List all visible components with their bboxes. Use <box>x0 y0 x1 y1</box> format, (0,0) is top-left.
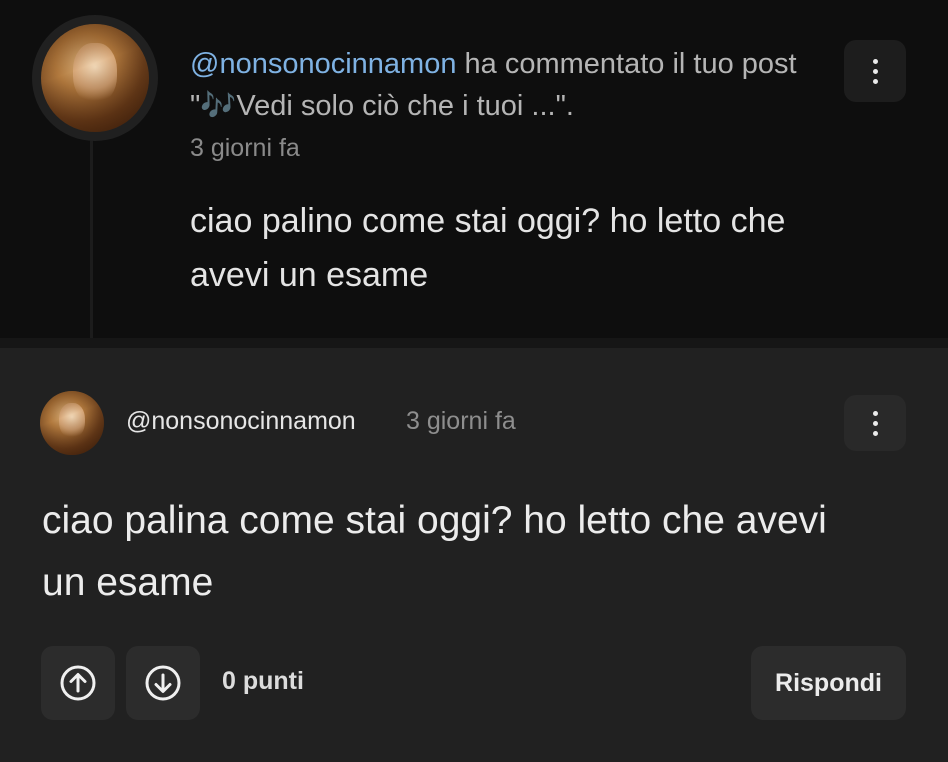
notification-avatar[interactable] <box>41 24 149 132</box>
points-count: 0 punti <box>222 667 304 695</box>
thread-line <box>90 140 93 340</box>
arrow-down-circle-icon <box>145 665 181 701</box>
more-vertical-icon <box>872 58 878 84</box>
notification-comment-preview: ciao palino come stai oggi? ho letto che… <box>190 202 786 294</box>
notification-timestamp: 3 giorni fa <box>190 134 300 162</box>
notification-more-button[interactable] <box>844 40 906 102</box>
comment-timestamp: 3 giorni fa <box>406 407 516 435</box>
notification-username-link[interactable]: @nonsonocinnamon <box>190 48 456 80</box>
arrow-up-circle-icon <box>60 665 96 701</box>
reply-button[interactable]: Rispondi <box>751 646 906 720</box>
comment-username[interactable]: @nonsonocinnamon <box>126 407 356 436</box>
downvote-button[interactable] <box>126 646 200 720</box>
notification-summary: @nonsonocinnamon ha commentato il tuo po… <box>190 43 810 127</box>
upvote-button[interactable] <box>41 646 115 720</box>
more-vertical-icon <box>872 410 878 436</box>
comment-body: ciao palina come stai oggi? ho letto che… <box>42 499 827 604</box>
comment-more-button[interactable] <box>844 395 906 451</box>
notification-card[interactable]: @nonsonocinnamon ha commentato il tuo po… <box>0 0 948 340</box>
section-divider <box>0 338 948 348</box>
comment-avatar[interactable] <box>40 391 104 455</box>
